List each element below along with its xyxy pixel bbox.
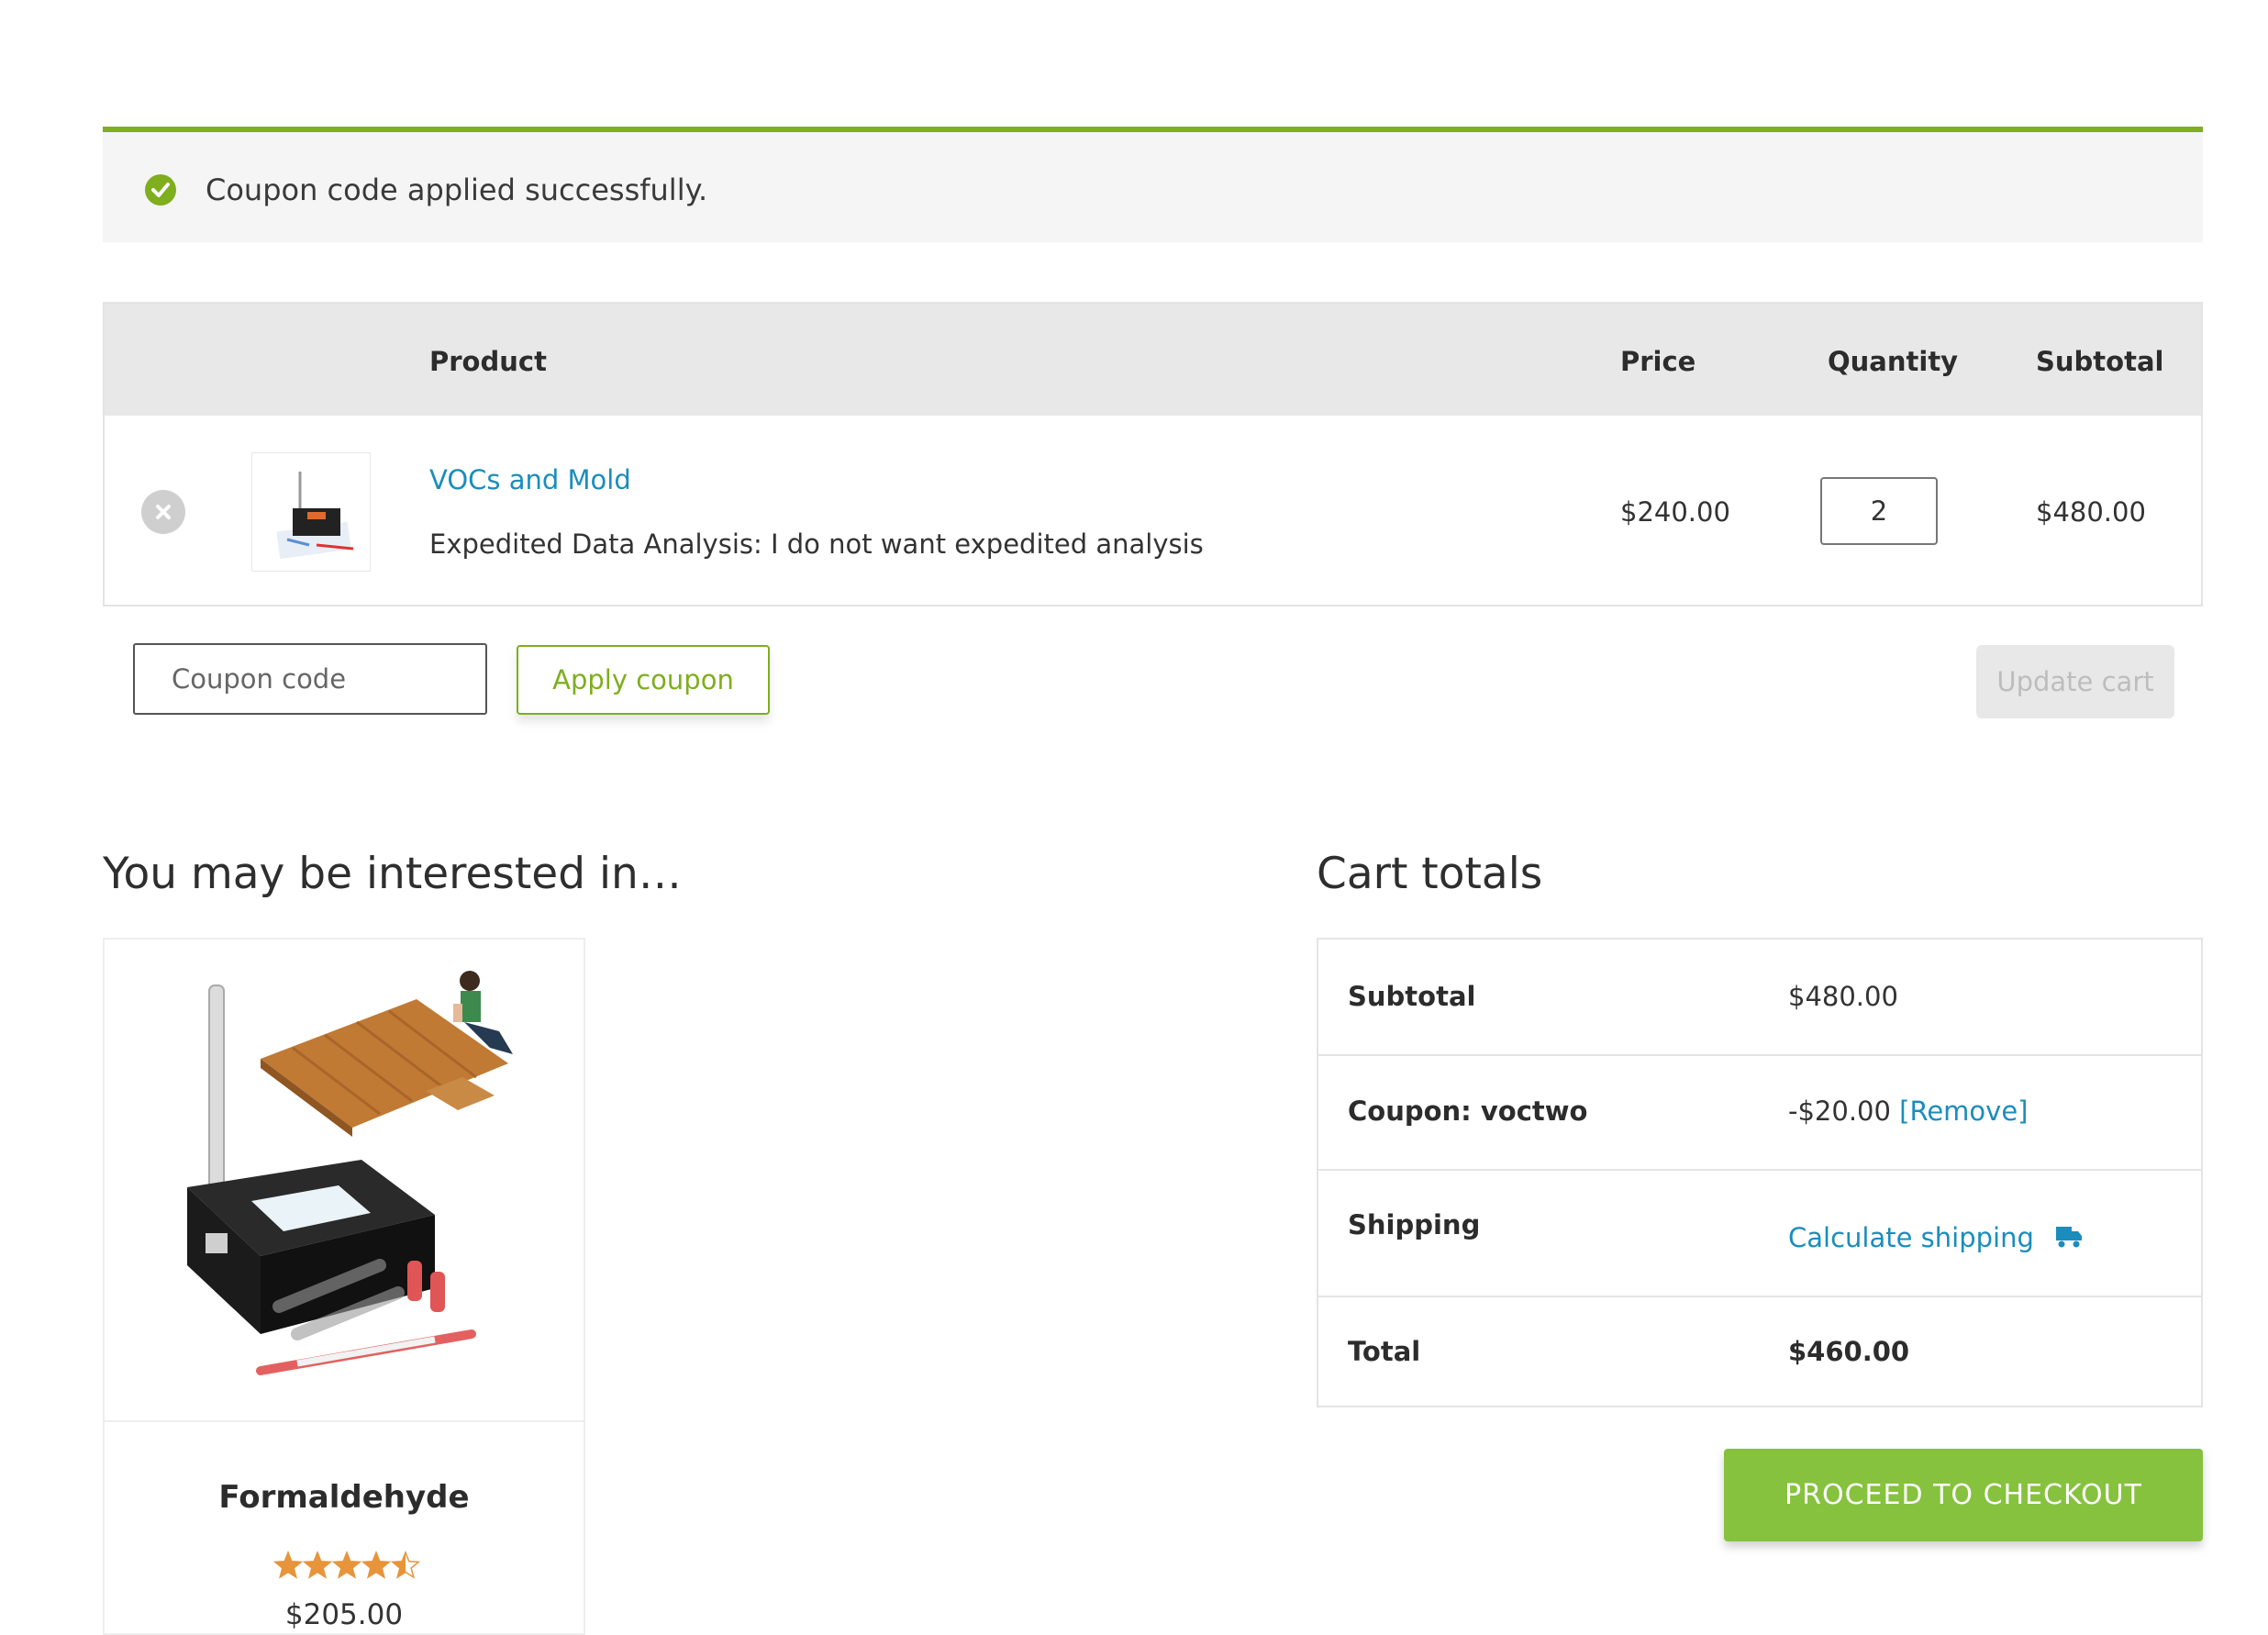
cart-table-header: Product Price Quantity Subtotal	[105, 304, 2201, 416]
header-price: Price	[1620, 346, 1696, 377]
totals-row-subtotal: Subtotal $480.00	[1318, 940, 2201, 1056]
subtotal-value: $480.00	[1788, 981, 1898, 1012]
calculate-shipping-link[interactable]: Calculate shipping	[1788, 1222, 2034, 1253]
item-subtotal: $480.00	[2036, 496, 2146, 528]
coupon-code-input[interactable]	[133, 643, 487, 715]
success-notice: Coupon code applied successfully.	[103, 127, 2203, 242]
header-subtotal: Subtotal	[2036, 346, 2164, 377]
cart-totals-title: Cart totals	[1317, 849, 1543, 899]
cart-table: Product Price Quantity Subtotal VOCs and…	[103, 302, 2203, 606]
star-icon	[331, 1550, 362, 1579]
truck-icon[interactable]	[2055, 1224, 2083, 1255]
star-icon	[390, 1550, 421, 1579]
coupon-label: Coupon: voctwo	[1348, 1096, 1588, 1127]
apply-coupon-button[interactable]: Apply coupon	[517, 645, 770, 715]
star-icon	[302, 1550, 333, 1579]
variation-key: Expedited Data Analysis:	[429, 528, 762, 560]
totals-row-total: Total $460.00	[1318, 1296, 2201, 1409]
product-thumbnail[interactable]	[251, 452, 371, 572]
variation-value: I do not want expedited analysis	[770, 528, 1204, 560]
item-price: $240.00	[1620, 496, 1730, 528]
product-image[interactable]	[105, 940, 584, 1422]
product-variation: Expedited Data Analysis: I do not want e…	[429, 528, 1204, 560]
total-label: Total	[1348, 1336, 1421, 1367]
check-circle-icon	[145, 174, 176, 206]
shipping-label: Shipping	[1348, 1209, 1481, 1240]
proceed-to-checkout-button[interactable]: PROCEED TO CHECKOUT	[1724, 1449, 2203, 1541]
totals-row-coupon: Coupon: voctwo -$20.00 [Remove]	[1318, 1054, 2201, 1171]
update-cart-button[interactable]: Update cart	[1976, 645, 2174, 718]
product-name-link[interactable]: VOCs and Mold	[429, 464, 631, 495]
notice-message: Coupon code applied successfully.	[206, 172, 708, 207]
star-icon	[272, 1550, 304, 1579]
calculate-shipping[interactable]: Calculate shipping	[1788, 1222, 2083, 1255]
crosssell-title: You may be interested in…	[103, 849, 682, 899]
cart-totals-table: Subtotal $480.00 Coupon: voctwo -$20.00 …	[1317, 938, 2203, 1407]
product-card[interactable]: Formaldehyde $205.00	[103, 938, 585, 1635]
card-product-price: $205.00	[284, 1598, 404, 1631]
coupon-discount: -$20.00 [Remove]	[1788, 1096, 2028, 1127]
star-icon	[361, 1550, 392, 1579]
header-quantity: Quantity	[1828, 346, 1959, 377]
header-product: Product	[429, 346, 547, 377]
remove-item-icon[interactable]	[141, 490, 185, 534]
remove-coupon-link[interactable]: [Remove]	[1899, 1096, 2028, 1127]
subtotal-label: Subtotal	[1348, 981, 1476, 1012]
quantity-input[interactable]	[1820, 477, 1938, 545]
coupon-value: -$20.00	[1788, 1096, 1891, 1127]
star-rating	[272, 1550, 421, 1582]
total-value: $460.00	[1788, 1336, 1910, 1367]
card-product-name[interactable]: Formaldehyde	[105, 1479, 584, 1516]
totals-row-shipping: Shipping Calculate shipping	[1318, 1169, 2201, 1297]
